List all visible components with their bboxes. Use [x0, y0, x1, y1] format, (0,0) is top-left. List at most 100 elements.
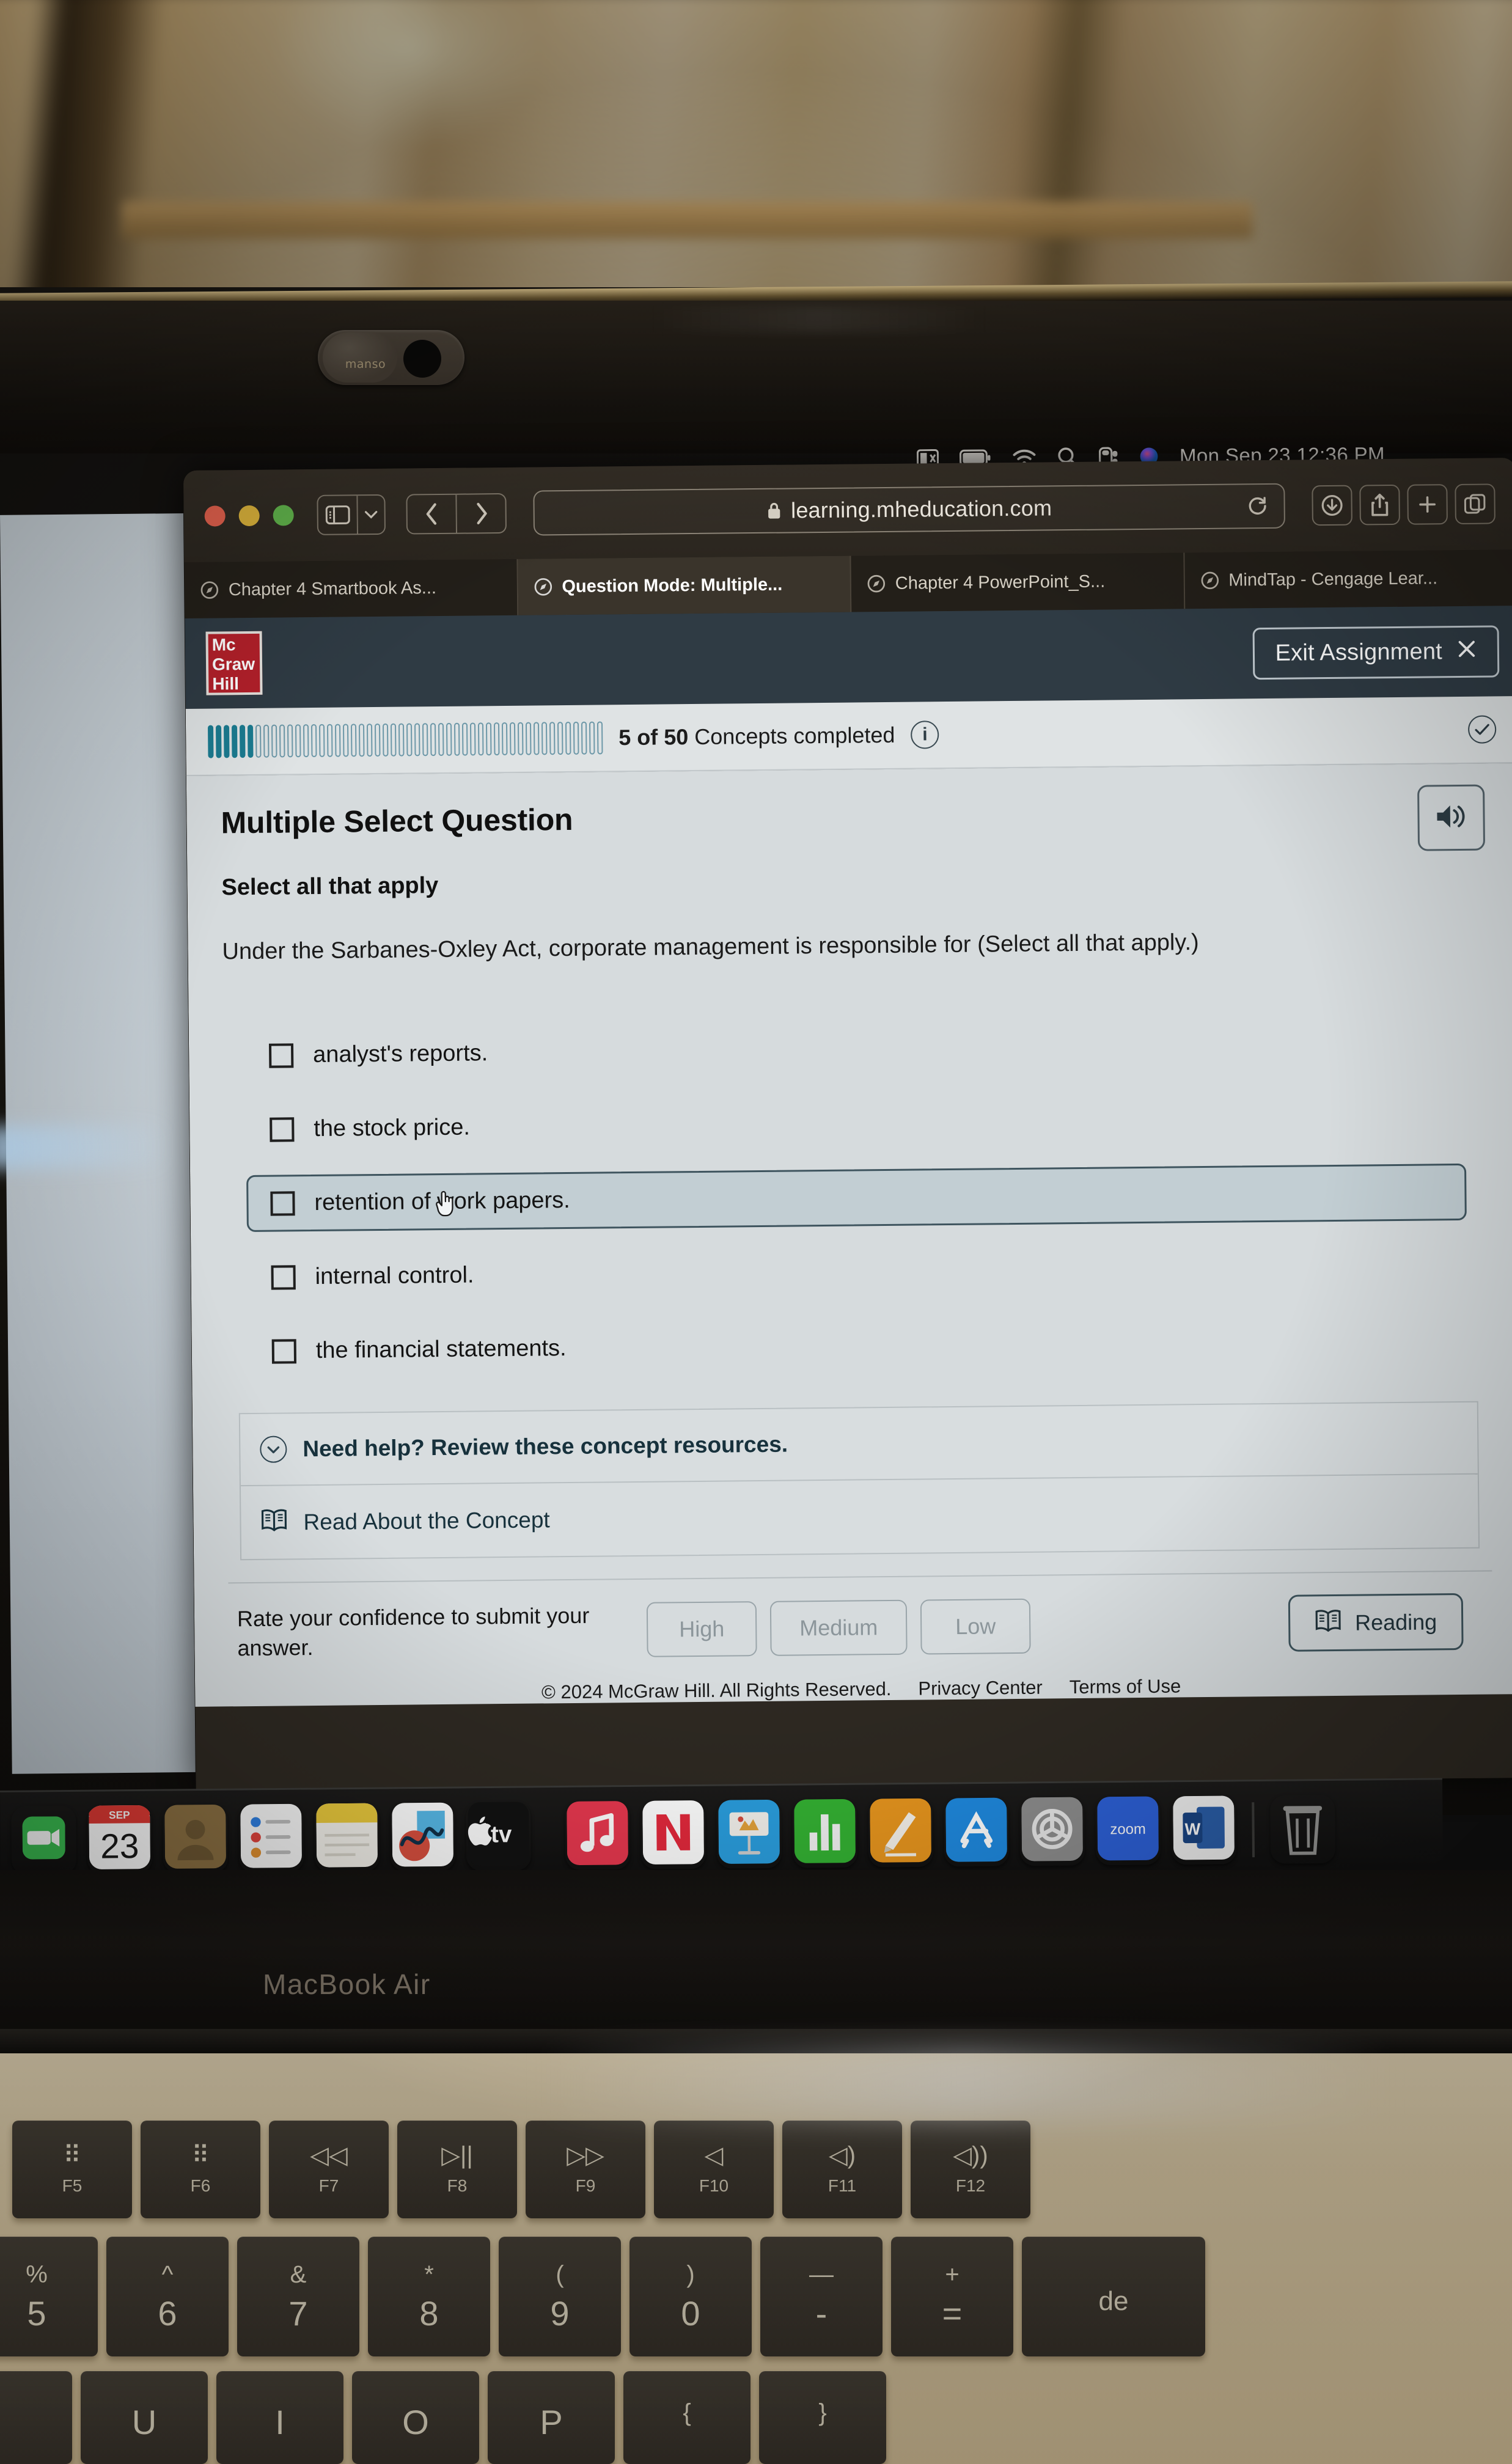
- chevron-down-icon[interactable]: [357, 494, 386, 535]
- key-f12[interactable]: ◁)) F12: [911, 2121, 1030, 2218]
- answer-option[interactable]: internal control.: [247, 1238, 1467, 1306]
- key-U[interactable]: U: [81, 2371, 208, 2464]
- keyboard-brightness-down-icon: ⠿: [63, 2142, 81, 2169]
- option-checkbox[interactable]: [271, 1265, 296, 1290]
- dock-item-trash[interactable]: [1270, 1794, 1335, 1863]
- browser-tab-0[interactable]: Chapter 4 Smartbook As...: [184, 559, 518, 618]
- key-de[interactable]: de: [1022, 2237, 1205, 2356]
- dock-item-contacts[interactable]: [163, 1804, 228, 1873]
- photo-of-macbook-screen: manso Mon Sep 23 12:36 PM learning.mhedu…: [0, 0, 1512, 2464]
- address-bar[interactable]: learning.mheducation.com: [533, 483, 1285, 536]
- key-0[interactable]: ) 0: [629, 2237, 752, 2356]
- key-f8[interactable]: ▷|| F8: [397, 2121, 517, 2218]
- answer-option[interactable]: the financial statements.: [248, 1311, 1468, 1380]
- dock-item-notes[interactable]: [314, 1803, 380, 1872]
- confidence-medium-button[interactable]: Medium: [769, 1599, 908, 1656]
- dock-item-keynote[interactable]: [716, 1799, 782, 1868]
- exit-assignment-button[interactable]: Exit Assignment: [1252, 625, 1500, 680]
- key-I[interactable]: I: [216, 2371, 343, 2464]
- dock-item-system-settings[interactable]: [1019, 1797, 1085, 1866]
- dock-item-apple-tv[interactable]: tv: [466, 1802, 531, 1871]
- keyboard-function-row: ⠿ F5 ⠿ F6 ◁◁ F7 ▷|| F8 ▷▷ F9 ◁ F10 ◁) F11 ◁)) F12: [12, 2121, 1030, 2218]
- dock-item-music[interactable]: [565, 1800, 630, 1870]
- share-icon[interactable]: [1359, 484, 1400, 526]
- navigation-button-group[interactable]: [406, 493, 507, 535]
- minimize-window-button[interactable]: [238, 505, 260, 527]
- key-5[interactable]: % 5: [0, 2237, 98, 2356]
- confidence-low-button[interactable]: Low: [920, 1598, 1031, 1655]
- key--[interactable]: — -: [760, 2237, 883, 2356]
- option-checkbox[interactable]: [269, 1043, 294, 1068]
- answer-option[interactable]: the stock price.: [246, 1090, 1466, 1158]
- sidebar-icon[interactable]: [317, 494, 358, 535]
- forward-chevron-icon[interactable]: [456, 493, 507, 534]
- key-{[interactable]: {: [623, 2371, 750, 2464]
- dock-item-calendar[interactable]: SEP 23: [87, 1805, 152, 1874]
- key-8[interactable]: * 8: [368, 2237, 490, 2356]
- confidence-buttons: High Medium Low: [646, 1598, 1031, 1657]
- key-f5[interactable]: ⠿ F5: [12, 2121, 132, 2218]
- key-label: 0: [681, 2294, 700, 2333]
- play-pause-icon: ▷||: [441, 2142, 473, 2169]
- key-}[interactable]: }: [759, 2371, 886, 2464]
- url-text[interactable]: learning.mheducation.com: [791, 495, 1052, 523]
- reading-button[interactable]: Reading: [1288, 1593, 1464, 1652]
- apple-tv-icon: tv: [468, 1802, 529, 1871]
- reload-icon[interactable]: [1247, 496, 1268, 516]
- privacy-center-link[interactable]: Privacy Center: [918, 1677, 1043, 1700]
- browser-tab-3[interactable]: MindTap - Cengage Lear...: [1184, 549, 1512, 609]
- dock-item-news[interactable]: [640, 1800, 706, 1869]
- key-label: U: [131, 2403, 157, 2441]
- read-aloud-button[interactable]: [1417, 784, 1486, 851]
- key-f7[interactable]: ◁◁ F7: [269, 2121, 389, 2218]
- option-checkbox[interactable]: [270, 1191, 295, 1216]
- confidence-high-button[interactable]: High: [646, 1601, 757, 1657]
- sidebar-button-group[interactable]: [317, 494, 386, 535]
- dock-item-zoom[interactable]: zoom: [1095, 1796, 1161, 1865]
- browser-tab-2[interactable]: Chapter 4 PowerPoint_S...: [851, 552, 1185, 612]
- plus-icon[interactable]: [1407, 484, 1448, 525]
- key-6[interactable]: ^ 6: [106, 2237, 229, 2356]
- info-icon[interactable]: i: [911, 721, 939, 749]
- maximize-window-button[interactable]: [273, 505, 294, 526]
- key-f6[interactable]: ⠿ F6: [141, 2121, 260, 2218]
- key-label: -: [815, 2294, 828, 2333]
- dock-item-microsoft-word[interactable]: W: [1171, 1795, 1236, 1865]
- key-label: F5: [62, 2176, 83, 2195]
- key-f11[interactable]: ◁) F11: [782, 2121, 902, 2218]
- browser-tab-1[interactable]: Question Mode: Multiple...: [517, 556, 852, 615]
- tab-overview-icon[interactable]: [1455, 483, 1495, 525]
- dock-item-app-store[interactable]: [944, 1797, 1009, 1866]
- key-label: F6: [190, 2176, 211, 2195]
- dock-item-pages[interactable]: [868, 1798, 933, 1867]
- option-checkbox[interactable]: [270, 1117, 295, 1142]
- key-7[interactable]: & 7: [237, 2237, 359, 2356]
- key-shift-label: —: [809, 2261, 834, 2288]
- downloads-icon[interactable]: [1312, 485, 1352, 526]
- option-checkbox[interactable]: [271, 1339, 297, 1364]
- check-circle-icon[interactable]: [1467, 715, 1497, 744]
- close-window-button[interactable]: [204, 505, 226, 527]
- dock-item-freeform[interactable]: [390, 1802, 455, 1871]
- dock-item-reminders[interactable]: [238, 1803, 304, 1872]
- background-window[interactable]: [0, 513, 196, 1774]
- pages-icon: [870, 1798, 931, 1867]
- key-f9[interactable]: ▷▷ F9: [526, 2121, 645, 2218]
- read-about-concept-link[interactable]: Read About the Concept: [241, 1475, 1478, 1559]
- dock-item-facetime[interactable]: [11, 1805, 76, 1874]
- dock-item-numbers[interactable]: [792, 1799, 857, 1868]
- music-note-icon: [567, 1800, 628, 1870]
- answer-option[interactable]: analyst's reports.: [245, 1016, 1466, 1084]
- answer-option[interactable]: retention of work papers.: [246, 1164, 1467, 1233]
- key-blank[interactable]: [0, 2371, 72, 2464]
- terms-of-use-link[interactable]: Terms of Use: [1070, 1676, 1181, 1699]
- key-=[interactable]: + =: [891, 2237, 1013, 2356]
- window-controls[interactable]: [204, 505, 294, 527]
- key-f10[interactable]: ◁ F10: [654, 2121, 774, 2218]
- key-9[interactable]: (9: [499, 2237, 621, 2356]
- key-O[interactable]: O: [352, 2371, 479, 2464]
- read-about-concept-label: Read About the Concept: [303, 1507, 550, 1535]
- back-chevron-icon[interactable]: [406, 493, 457, 535]
- key-P[interactable]: P: [488, 2371, 615, 2464]
- need-help-toggle[interactable]: Need help? Review these concept resource…: [240, 1402, 1478, 1487]
